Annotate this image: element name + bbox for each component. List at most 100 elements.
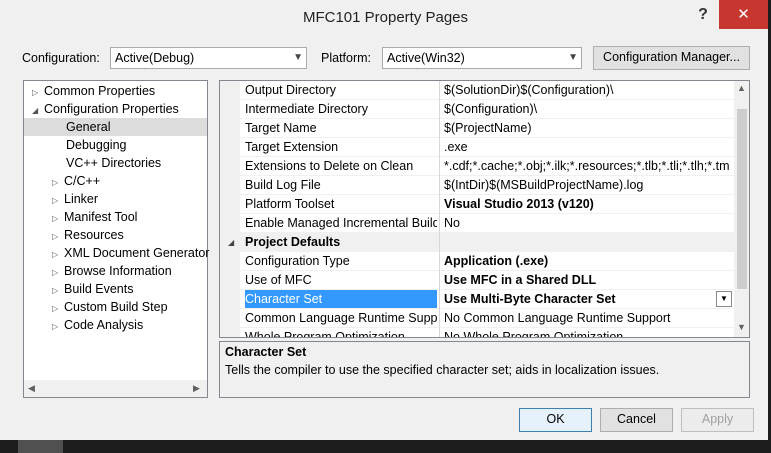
tree-item[interactable]: ▷ Build Events [24,280,207,298]
scroll-left-icon[interactable]: ◀ [28,383,35,394]
property-row[interactable]: Character Set Use Multi-Byte Character Se… [240,290,734,309]
character-set-dropdown-button[interactable]: ▼ [716,291,732,307]
cancel-button[interactable]: Cancel [600,408,673,432]
property-row[interactable]: Output Directory $(SolutionDir)$(Configur… [240,81,734,100]
taskbar-edge [0,440,771,453]
expander-icon[interactable]: ▷ [52,318,64,336]
property-name: Enable Managed Incremental Build [245,216,437,230]
tree-item[interactable]: ▷ Manifest Tool [24,208,207,226]
property-value[interactable]: $(SolutionDir)$(Configuration)\ [444,81,730,100]
tree-item[interactable]: ▷ Resources [24,226,207,244]
scroll-up-icon[interactable]: ▲ [737,83,746,93]
tree-item[interactable]: ▷ Browse Information [24,262,207,280]
chevron-down-icon: ▼ [568,52,578,63]
property-row[interactable]: Configuration Type Application (.exe) [240,252,734,271]
tree-item-label: Custom Build Step [64,300,168,314]
property-name: Extensions to Delete on Clean [245,159,414,173]
property-name: Configuration Type [245,254,350,268]
close-button[interactable]: ✕ [719,0,768,29]
tree-item-label: Build Events [64,282,134,296]
apply-button[interactable]: Apply [681,408,754,432]
property-name: Use of MFC [245,273,312,287]
property-name: Intermediate Directory [245,102,368,116]
property-name: Platform Toolset [245,197,335,211]
property-row[interactable]: Enable Managed Incremental Build No [240,214,734,233]
property-value[interactable]: Use MFC in a Shared DLL [444,271,730,290]
property-value[interactable]: Application (.exe) [444,252,730,271]
property-row[interactable]: Build Log File $(IntDir)$(MSBuildProjectN… [240,176,734,195]
title-bar: MFC101 Property Pages ? ✕ [0,0,771,34]
tree-item[interactable]: VC++ Directories [24,154,207,172]
property-value[interactable]: $(IntDir)$(MSBuildProjectName).log [444,176,730,195]
taskbar-item [18,440,63,453]
description-title: Character Set [225,345,307,359]
configuration-value: Active(Debug) [115,51,195,65]
property-row[interactable]: Extensions to Delete on Clean *.cdf;*.cac… [240,157,734,176]
property-name: Character Set [245,290,437,309]
property-row[interactable]: Intermediate Directory $(Configuration)\ [240,100,734,119]
tree-item-label: Resources [64,228,124,242]
grid-gutter [220,81,240,337]
scroll-thumb[interactable] [737,109,747,289]
platform-combo[interactable]: Active(Win32) ▼ [382,47,582,69]
description-text: Tells the compiler to use the specified … [225,363,660,377]
category-row[interactable]: ◢ Project Defaults [220,233,734,252]
grid-vertical-scrollbar[interactable]: ▲ ▼ [734,81,749,337]
property-name: Common Language Runtime Support [245,311,437,325]
tree-item-label: Browse Information [64,264,172,278]
property-row[interactable]: Target Extension .exe [240,138,734,157]
configuration-manager-button[interactable]: Configuration Manager... [593,46,750,70]
window-title: MFC101 Property Pages [302,9,469,26]
property-row[interactable]: Common Language Runtime Support No Common… [240,309,734,328]
property-value[interactable]: *.cdf;*.cache;*.obj;*.ilk;*.resources;*.… [444,157,730,176]
property-row[interactable]: Whole Program Optimization No Whole Progr… [240,328,734,337]
configuration-combo[interactable]: Active(Debug) ▼ [110,47,307,69]
platform-value: Active(Win32) [387,51,465,65]
tree-item-label: VC++ Directories [66,156,162,170]
property-grid[interactable]: Output Directory $(SolutionDir)$(Configur… [219,80,750,338]
description-panel: Character Set Tells the compiler to use … [219,341,750,398]
tree-item-label: Manifest Tool [64,210,138,224]
collapse-icon[interactable]: ◢ [228,233,234,252]
settings-tree[interactable]: ▷ Common Properties ◢ Configuration Propert… [23,80,209,398]
tree-item-label: Configuration Properties [44,102,179,116]
property-value[interactable]: No [444,214,730,233]
tree-item-label: Code Analysis [64,318,144,332]
tree-item-label: General [66,120,111,134]
tree-item-label: Common Properties [44,84,156,98]
tree-item[interactable]: General [24,118,207,136]
property-value[interactable]: No Common Language Runtime Support [444,309,730,328]
property-value[interactable]: Use Multi-Byte Character Set [444,290,730,309]
property-value[interactable]: Visual Studio 2013 (v120) [444,195,730,214]
help-button[interactable]: ? [688,5,718,25]
property-row[interactable]: Use of MFC Use MFC in a Shared DLL [240,271,734,290]
ok-button[interactable]: OK [519,408,592,432]
tree-item[interactable]: ▷ Custom Build Step [24,298,207,316]
category-name: Project Defaults [245,235,341,249]
tree-horizontal-scrollbar[interactable]: ◀ ▶ [24,380,207,397]
platform-label: Platform: [321,51,372,65]
tree-item[interactable]: ▷ C/C++ [24,172,207,190]
property-value[interactable]: .exe [444,138,730,157]
tree-item[interactable]: ▷ Code Analysis [24,316,207,334]
tree-item[interactable]: ◢ Configuration Properties [24,100,207,118]
property-name: Target Name [245,121,317,135]
tree-item[interactable]: ▷ Linker [24,190,207,208]
scroll-right-icon[interactable]: ▶ [193,383,200,394]
configuration-label: Configuration: [22,51,100,65]
tree-item-label: Linker [64,192,99,206]
property-name: Output Directory [245,83,337,97]
property-name: Build Log File [245,178,321,192]
property-row[interactable]: Platform Toolset Visual Studio 2013 (v120… [240,195,734,214]
property-row[interactable]: Target Name $(ProjectName) [240,119,734,138]
tree-item[interactable]: Debugging [24,136,207,154]
tree-item[interactable]: ▷ Common Properties [24,82,207,100]
chevron-down-icon: ▼ [293,52,303,63]
property-value[interactable]: $(ProjectName) [444,119,730,138]
column-separator[interactable] [439,81,440,337]
property-value[interactable]: $(Configuration)\ [444,100,730,119]
scroll-down-icon[interactable]: ▼ [737,322,746,332]
property-value[interactable]: No Whole Program Optimization [444,328,730,337]
tree-item-label: Debugging [66,138,127,152]
tree-item[interactable]: ▷ XML Document Generator [24,244,209,262]
